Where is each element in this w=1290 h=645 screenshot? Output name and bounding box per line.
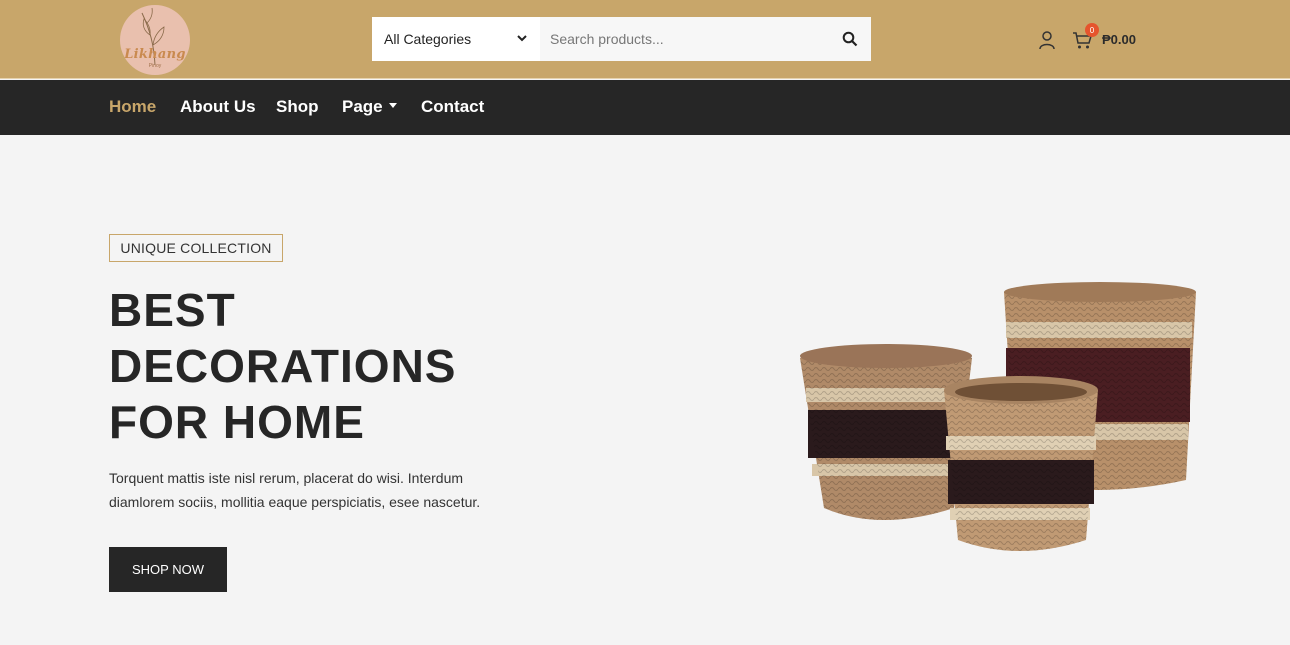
caret-down-icon [388, 103, 397, 109]
search-button[interactable] [829, 17, 871, 61]
nav-home[interactable]: Home [109, 97, 156, 117]
nav-about-us[interactable]: About Us [180, 97, 256, 117]
brand-logo[interactable]: Likhang Pinoy [120, 5, 190, 75]
search-placeholder: Search products... [550, 31, 664, 47]
nav-shop[interactable]: Shop [276, 97, 319, 117]
hero-title-line: DECORATIONS [109, 340, 457, 392]
hero-title: BEST DECORATIONS FOR HOME [109, 282, 549, 450]
nav-page[interactable]: Page [342, 97, 397, 117]
cart-total[interactable]: ₱0.00 [1102, 32, 1136, 47]
search-bar: All Categories Search products... [372, 17, 871, 61]
chevron-down-icon [517, 35, 527, 42]
hero-description: Torquent mattis iste nisl rerum, placera… [109, 470, 481, 510]
top-header: Likhang Pinoy All Categories Search prod… [0, 0, 1290, 79]
user-icon[interactable] [1038, 30, 1056, 50]
nav-page-label: Page [342, 97, 383, 116]
logo-subtext: Pinoy [148, 63, 162, 69]
main-navigation: Home About Us Shop Page Contact [0, 80, 1290, 135]
hero-title-line: BEST [109, 284, 236, 336]
category-select[interactable]: All Categories [372, 17, 540, 61]
category-select-value: All Categories [384, 31, 472, 47]
nav-contact[interactable]: Contact [421, 97, 484, 117]
search-icon [842, 31, 858, 47]
cart-count-badge: 0 [1085, 23, 1099, 37]
left-basket [800, 344, 972, 520]
hero-title-line: FOR HOME [109, 396, 365, 448]
search-input[interactable]: Search products... [540, 17, 830, 61]
front-basket [944, 376, 1098, 551]
logo-text: Likhang [124, 47, 186, 62]
shop-now-button[interactable]: SHOP NOW [109, 547, 227, 592]
collection-tag: UNIQUE COLLECTION [109, 234, 283, 262]
woven-baskets-image [800, 282, 1196, 551]
